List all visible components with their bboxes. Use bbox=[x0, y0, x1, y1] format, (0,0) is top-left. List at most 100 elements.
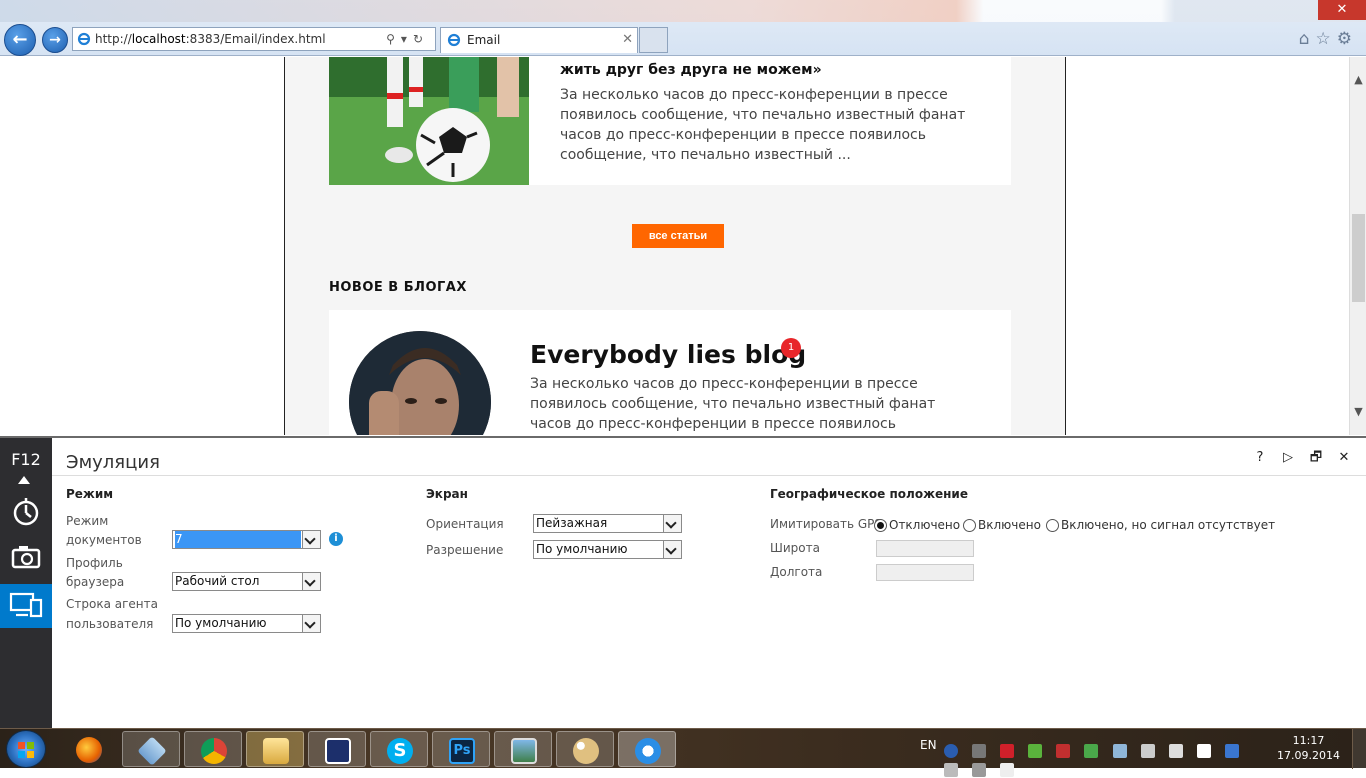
notification-badge: 1 bbox=[781, 338, 801, 358]
show-desktop-button[interactable] bbox=[1352, 729, 1366, 769]
browser-profile-label-2: браузера bbox=[66, 575, 125, 589]
adobe-tray-icon[interactable] bbox=[1000, 743, 1015, 758]
collapse-up-icon[interactable] bbox=[18, 476, 30, 484]
console-toggle-icon[interactable]: ▷ bbox=[1274, 450, 1302, 465]
article-card[interactable]: жить друг без друга не можем» За несколь… bbox=[329, 57, 1011, 185]
rail-memory-button[interactable] bbox=[0, 536, 52, 580]
page-scrollbar[interactable]: ▲ ▼ bbox=[1349, 57, 1366, 435]
url-prefix: http:// bbox=[95, 32, 132, 46]
resolution-value: По умолчанию bbox=[536, 542, 628, 556]
article-title[interactable]: жить друг без друга не можем» bbox=[560, 62, 822, 78]
taskbar-save-app[interactable] bbox=[308, 731, 366, 767]
new-tab-button[interactable] bbox=[639, 27, 668, 53]
chevron-down-icon[interactable] bbox=[302, 615, 320, 632]
taskbar-virtualbox[interactable] bbox=[122, 731, 180, 767]
taskbar-chrome[interactable] bbox=[184, 731, 242, 767]
longitude-input[interactable] bbox=[876, 564, 974, 581]
refresh-icon[interactable]: ↻ bbox=[413, 32, 429, 46]
browser-chrome: ✕ ← → http://localhost:8383/Email/index.… bbox=[0, 0, 1366, 56]
chevron-down-icon[interactable] bbox=[663, 515, 681, 532]
chevron-down-icon[interactable] bbox=[302, 573, 320, 590]
taskbar-paint[interactable] bbox=[556, 731, 614, 767]
browser-profile-label-1: Профиль bbox=[66, 556, 123, 570]
display-tray-icon[interactable] bbox=[1168, 743, 1183, 758]
simulate-gps-label: Имитировать GPS bbox=[770, 517, 883, 531]
signal-bars-icon[interactable] bbox=[1196, 743, 1211, 758]
article-image-football[interactable] bbox=[329, 57, 529, 185]
clock-date: 17.09.2014 bbox=[1277, 749, 1340, 762]
dropdown-icon[interactable]: ▾ bbox=[401, 32, 413, 46]
gps-on-radio[interactable]: Включено bbox=[963, 517, 1041, 533]
safely-remove-tray-icon[interactable] bbox=[1084, 743, 1099, 758]
tab-close-icon[interactable]: ✕ bbox=[622, 28, 633, 52]
scrollbar-thumb[interactable] bbox=[1352, 214, 1365, 302]
tab-email[interactable]: Email ✕ bbox=[440, 27, 638, 53]
chevron-down-icon[interactable] bbox=[663, 541, 681, 558]
orientation-value: Пейзажная bbox=[536, 516, 608, 530]
blog-card[interactable]: Everybody lies blog 1 За несколько часов… bbox=[329, 310, 1011, 435]
cloud-tray-icon[interactable] bbox=[1112, 743, 1127, 758]
article-excerpt: За несколько часов до пресс-конференции … bbox=[560, 87, 966, 163]
taskbar-skype[interactable]: S bbox=[370, 731, 428, 767]
address-bar[interactable]: http://localhost:8383/Email/index.html ⚲… bbox=[72, 27, 436, 51]
internet-explorer-icon bbox=[635, 738, 661, 764]
back-button[interactable]: ← bbox=[4, 24, 36, 56]
user-agent-label-1: Строка агента bbox=[66, 597, 158, 611]
undock-icon[interactable]: 🗗 bbox=[1302, 448, 1330, 470]
tab-title: Email bbox=[467, 33, 501, 47]
skype-icon: S bbox=[387, 738, 413, 764]
language-indicator[interactable]: EN bbox=[920, 738, 937, 752]
chevron-down-icon[interactable] bbox=[302, 531, 320, 548]
monitor-tray-icon[interactable] bbox=[972, 762, 987, 777]
gps-off-radio[interactable]: Отключено bbox=[874, 517, 960, 533]
mode-heading: Режим bbox=[66, 487, 114, 501]
latitude-label: Широта bbox=[770, 541, 820, 555]
window-close-button[interactable]: ✕ bbox=[1318, 0, 1366, 20]
help-icon[interactable]: ? bbox=[1246, 450, 1274, 465]
clock[interactable]: 11:17 17.09.2014 bbox=[1277, 733, 1340, 763]
gps-no-signal-radio[interactable]: Включено, но сигнал отсутствует bbox=[1046, 517, 1275, 533]
close-icon[interactable]: ✕ bbox=[1330, 450, 1358, 465]
browser-toolbar-icons: ⌂☆⚙ bbox=[1299, 29, 1358, 49]
security-tray-icon[interactable] bbox=[1028, 743, 1043, 758]
forward-button[interactable]: → bbox=[42, 27, 68, 53]
resolution-select[interactable]: По умолчанию bbox=[533, 540, 682, 559]
help-tray-icon[interactable] bbox=[944, 743, 958, 758]
scroll-up-icon[interactable]: ▲ bbox=[1350, 71, 1366, 88]
system-tray-icons bbox=[944, 740, 1274, 777]
blog-title[interactable]: Everybody lies blog bbox=[530, 340, 806, 369]
home-icon[interactable]: ⌂ bbox=[1299, 29, 1316, 49]
user-agent-select[interactable]: По умолчанию bbox=[172, 614, 321, 633]
address-tools: ⚲▾↻ bbox=[386, 28, 429, 50]
taskbar-photo-viewer[interactable] bbox=[494, 731, 552, 767]
search-icon[interactable]: ⚲ bbox=[386, 32, 401, 46]
blog-author-avatar[interactable] bbox=[349, 331, 491, 435]
all-articles-button[interactable]: все статьи bbox=[632, 224, 724, 248]
network-tray-icon[interactable] bbox=[972, 743, 987, 758]
favorites-star-icon[interactable]: ☆ bbox=[1316, 29, 1337, 49]
taskbar-internet-explorer[interactable] bbox=[618, 731, 676, 767]
start-button[interactable] bbox=[6, 730, 46, 768]
gear-icon[interactable]: ⚙ bbox=[1337, 29, 1358, 49]
rail-emulation-button[interactable] bbox=[0, 584, 52, 628]
keyboard-tray-icon[interactable] bbox=[1140, 743, 1155, 758]
taskbar-photoshop[interactable]: Ps bbox=[432, 731, 490, 767]
latitude-input[interactable] bbox=[876, 540, 974, 557]
taskbar-explorer[interactable] bbox=[246, 731, 304, 767]
scroll-down-icon[interactable]: ▼ bbox=[1350, 403, 1366, 420]
antivirus-tray-icon[interactable] bbox=[1056, 743, 1071, 758]
orientation-select[interactable]: Пейзажная bbox=[533, 514, 682, 533]
camera-icon bbox=[11, 546, 41, 569]
url-host: localhost bbox=[131, 32, 186, 46]
info-icon[interactable]: i bbox=[329, 532, 343, 546]
window-titlebar bbox=[0, 0, 1366, 22]
rail-performance-button[interactable] bbox=[0, 492, 52, 536]
bluetooth-icon[interactable] bbox=[1224, 743, 1239, 758]
browser-profile-select[interactable]: Рабочий стол bbox=[172, 572, 321, 591]
chrome-icon bbox=[201, 738, 227, 764]
browser-profile-value: Рабочий стол bbox=[175, 574, 260, 588]
volume-icon[interactable] bbox=[1000, 762, 1015, 777]
taskbar-firefox[interactable] bbox=[60, 731, 118, 767]
doc-mode-select[interactable]: 7 bbox=[172, 530, 321, 549]
flag-icon[interactable] bbox=[944, 762, 958, 777]
